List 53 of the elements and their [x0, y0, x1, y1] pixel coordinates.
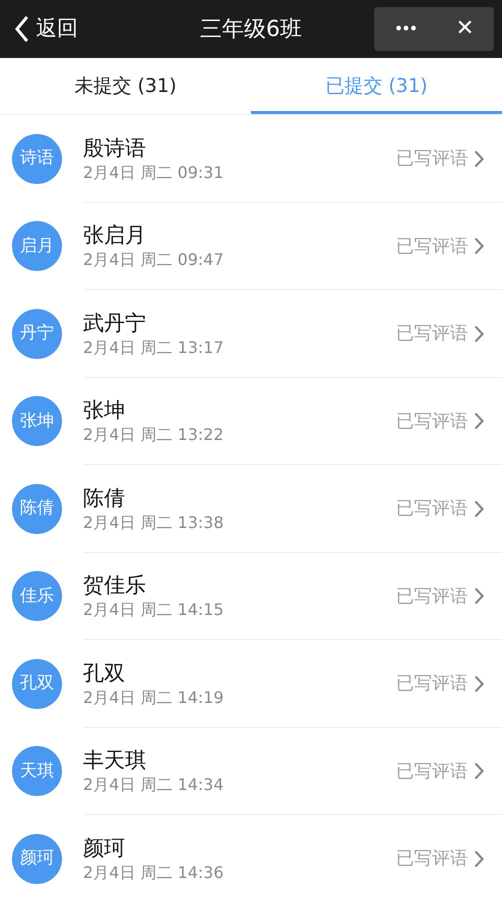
submit-time: 2月4日 周二 14:34: [83, 774, 224, 796]
submit-time: 2月4日 周二 14:36: [83, 862, 224, 884]
submit-time: 2月4日 周二 09:47: [83, 249, 224, 272]
avatar: 启月: [12, 221, 62, 272]
submit-time: 2月4日 周二 13:38: [83, 512, 224, 534]
back-icon: [14, 15, 30, 43]
comment-status[interactable]: 已写评语: [396, 758, 468, 785]
comment-status[interactable]: 已写评语: [396, 232, 468, 260]
avatar: 丹宁: [12, 308, 62, 359]
submit-time: 2月4日 周二 09:31: [83, 162, 224, 184]
chevron-icon: [474, 674, 484, 693]
student-name: 贺佳乐: [83, 572, 147, 600]
student-name: 孔双: [83, 660, 126, 687]
avatar: 张坤: [12, 396, 62, 446]
window-title: 三年级6班: [200, 16, 302, 44]
chevron-icon: [474, 324, 484, 343]
submit-time: 2月4日 周二 14:15: [83, 599, 224, 622]
chevron-icon: [474, 237, 484, 256]
avatar: 颜珂: [12, 834, 62, 884]
comment-status[interactable]: 已写评语: [396, 670, 468, 698]
student-name: 颜珂: [83, 834, 126, 862]
back-button[interactable]: 返回: [14, 13, 78, 45]
chevron-icon: [474, 587, 484, 606]
comment-status[interactable]: 已写评语: [396, 145, 468, 172]
back-label: 返回: [36, 15, 78, 42]
student-name: 丰天琪: [83, 747, 147, 774]
chevron-icon: [474, 150, 484, 168]
student-name: 张坤: [83, 397, 126, 424]
submit-time: 2月4日 周二 14:19: [83, 686, 224, 709]
chevron-icon: [474, 412, 484, 430]
comment-status[interactable]: 已写评语: [396, 408, 468, 435]
avatar: 佳乐: [12, 571, 62, 622]
comment-status[interactable]: 已写评语: [396, 320, 468, 348]
comment-status[interactable]: 已写评语: [396, 845, 468, 872]
avatar: 孔双: [12, 658, 62, 709]
avatar: 天琪: [12, 746, 62, 796]
comment-status[interactable]: 已写评语: [396, 582, 468, 610]
student-name: 陈倩: [83, 484, 126, 512]
chevron-icon: [474, 500, 484, 518]
submit-time: 2月4日 周二 13:22: [83, 424, 224, 446]
chevron-icon: [474, 850, 484, 868]
avatar: 陈倩: [12, 484, 62, 534]
chevron-icon: [474, 762, 484, 780]
student-name: 武丹宁: [83, 310, 147, 337]
submit-time: 2月4日 周二 13:17: [83, 336, 224, 359]
comment-status[interactable]: 已写评语: [396, 495, 468, 522]
tab[interactable]: 未提交 (31): [0, 58, 251, 114]
tab[interactable]: 已提交 (31): [251, 58, 502, 114]
student-name: 张启月: [83, 222, 147, 250]
close-button[interactable]: ✕: [456, 18, 474, 40]
more-button[interactable]: •••: [394, 21, 416, 37]
avatar: 诗语: [12, 134, 62, 184]
student-name: 殷诗语: [83, 134, 147, 162]
